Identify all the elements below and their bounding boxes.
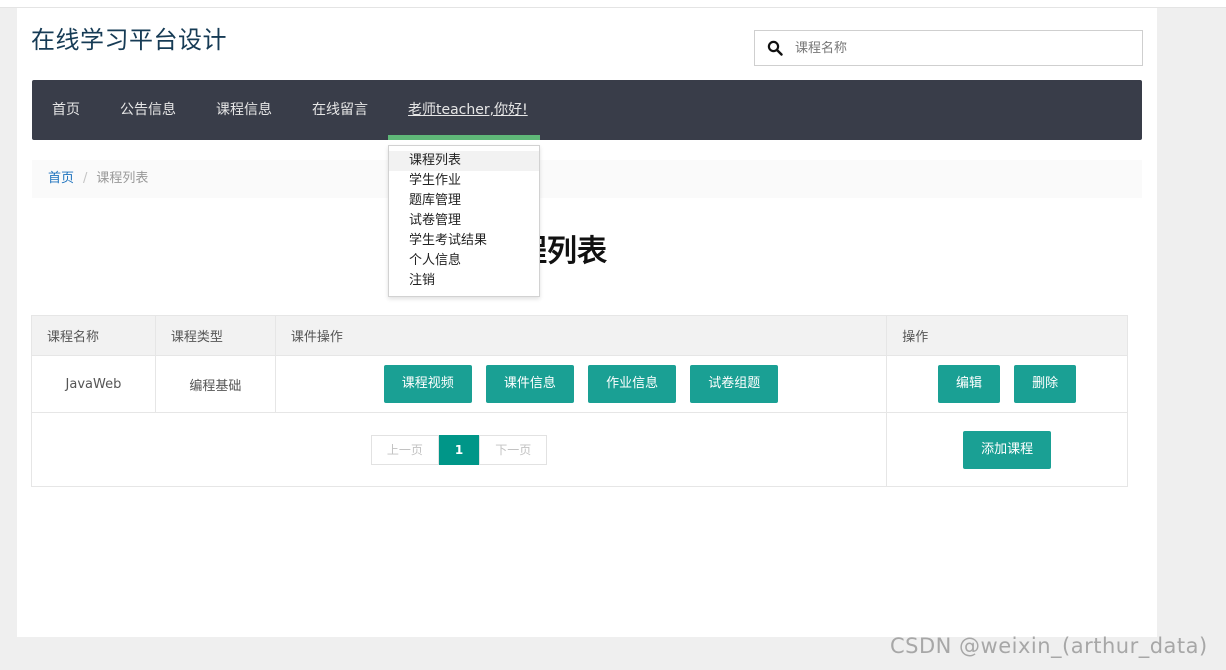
- header-ops: 操作: [886, 315, 1128, 356]
- nav-active-indicator: [388, 135, 540, 140]
- breadcrumb-current: 课程列表: [96, 171, 149, 186]
- user-greeting: 老师teacher,你好!: [408, 102, 528, 118]
- header-course-type: 课程类型: [154, 315, 276, 356]
- cell-ops: 编辑 删除: [886, 355, 1128, 413]
- dropdown-item-exam-results[interactable]: 学生考试结果: [389, 231, 539, 251]
- nav-item-home[interactable]: 首页: [52, 80, 80, 140]
- pagination-next[interactable]: 下一页: [479, 434, 548, 465]
- nav-item-announcements[interactable]: 公告信息: [120, 80, 176, 140]
- page-container: 在线学习平台设计 首页 公告信息 课程信息 在线留言 老师teacher,你好!…: [17, 8, 1157, 637]
- breadcrumb: 首页 / 课程列表: [32, 160, 1142, 198]
- dropdown-item-logout[interactable]: 注销: [389, 271, 539, 291]
- dropdown-item-exam-papers[interactable]: 试卷管理: [389, 211, 539, 231]
- cell-course-name: JavaWeb: [31, 355, 156, 413]
- delete-button[interactable]: 删除: [1014, 365, 1077, 403]
- add-course-cell: 添加课程: [886, 412, 1128, 487]
- breadcrumb-separator: /: [83, 171, 88, 186]
- table-header-row: 课程名称 课程类型 课件操作 操作: [31, 315, 1128, 356]
- dropdown-item-course-list[interactable]: 课程列表: [389, 151, 539, 171]
- header-course-name: 课程名称: [31, 315, 156, 356]
- pagination-prev[interactable]: 上一页: [370, 434, 439, 465]
- user-dropdown-menu: 课程列表 学生作业 题库管理 试卷管理 学生考试结果 个人信息 注销: [388, 145, 540, 297]
- search-icon: [767, 40, 783, 56]
- search-input[interactable]: [795, 40, 1125, 56]
- main-nav: 首页 公告信息 课程信息 在线留言 老师teacher,你好!: [32, 80, 1142, 140]
- header-course-actions: 课件操作: [274, 315, 888, 356]
- table-footer-row: 上一页 1 下一页 添加课程: [30, 412, 1128, 487]
- site-title: 在线学习平台设计: [31, 26, 227, 54]
- dropdown-item-profile[interactable]: 个人信息: [389, 251, 539, 271]
- nav-item-user-menu[interactable]: 老师teacher,你好!: [408, 80, 528, 140]
- homework-info-button[interactable]: 作业信息: [588, 365, 677, 403]
- add-course-button[interactable]: 添加课程: [963, 430, 1052, 469]
- dropdown-item-question-bank[interactable]: 题库管理: [389, 191, 539, 211]
- watermark-text: CSDN @weixin_(arthur_data): [890, 634, 1208, 658]
- exam-compose-button[interactable]: 试卷组题: [690, 365, 779, 403]
- cell-course-type: 编程基础: [154, 355, 276, 413]
- top-strip: [0, 0, 1226, 8]
- table-row: JavaWeb 编程基础 课程视频 课件信息 作业信息 试卷组题 编辑 删除: [31, 355, 1128, 413]
- courseware-info-button[interactable]: 课件信息: [485, 365, 574, 403]
- pagination-current-page[interactable]: 1: [438, 434, 480, 465]
- breadcrumb-home[interactable]: 首页: [48, 171, 74, 186]
- edit-button[interactable]: 编辑: [938, 365, 1001, 403]
- pagination-cell: 上一页 1 下一页: [30, 412, 888, 487]
- course-video-button[interactable]: 课程视频: [383, 365, 472, 403]
- search-box[interactable]: [754, 30, 1143, 66]
- course-table: 课程名称 课程类型 课件操作 操作 JavaWeb 编程基础 课程视频 课件信息…: [30, 315, 1128, 487]
- cell-course-actions: 课程视频 课件信息 作业信息 试卷组题: [274, 355, 888, 413]
- nav-item-messages[interactable]: 在线留言: [312, 80, 368, 140]
- pagination: 上一页 1 下一页: [370, 434, 548, 465]
- dropdown-item-homework[interactable]: 学生作业: [389, 171, 539, 191]
- nav-item-courses[interactable]: 课程信息: [216, 80, 272, 140]
